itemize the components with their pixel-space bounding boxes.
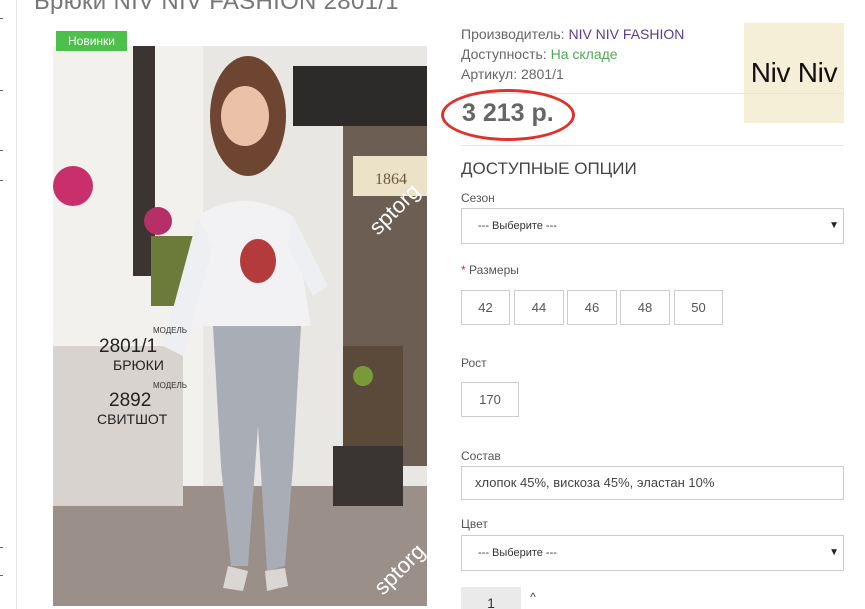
height-option-170[interactable]: 170	[461, 382, 519, 417]
size-option-48[interactable]: 48	[620, 290, 670, 325]
composition-field[interactable]: хлопок 45%, вискоза 45%, эластан 10%	[461, 466, 844, 500]
color-select-value: --- Выберите ---	[478, 547, 557, 559]
caption-model1-code: 2801/1	[99, 336, 157, 357]
sku-value: 2801/1	[520, 66, 564, 82]
chevron-down-icon: ▼	[829, 547, 839, 558]
season-label: Сезон	[461, 191, 495, 205]
caption-model2-name: СВИТШОТ	[97, 411, 168, 427]
new-badge: Новинки	[56, 31, 127, 51]
caption-model1-label: МОДЕЛЬ	[153, 326, 187, 335]
left-rule	[16, 0, 17, 609]
manufacturer-label: Производитель:	[461, 26, 565, 42]
color-label: Цвет	[461, 517, 488, 531]
page-title: Брюки NIV NIV FASHION 2801/1	[34, 0, 399, 15]
sizes-label: Размеры	[469, 263, 519, 277]
chevron-down-icon: ▼	[829, 220, 839, 231]
quantity-increase-button[interactable]: ^	[521, 587, 545, 609]
availability-value: На складе	[550, 46, 618, 62]
brand-logo[interactable]: Niv Niv	[744, 23, 844, 123]
size-option-46[interactable]: 46	[567, 290, 617, 325]
availability-label: Доступность:	[461, 46, 547, 62]
color-select[interactable]: --- Выберите --- ▼	[461, 535, 844, 571]
sku-label: Артикул:	[461, 66, 518, 82]
manufacturer-row: Производитель: NIV NIV FASHION	[461, 24, 684, 44]
sizes-label-row: * Размеры	[461, 263, 519, 277]
size-option-44[interactable]: 44	[514, 290, 564, 325]
season-select[interactable]: --- Выберите --- ▼	[461, 208, 844, 244]
product-info: Производитель: NIV NIV FASHION Доступнос…	[461, 24, 684, 84]
sku-row: Артикул: 2801/1	[461, 64, 684, 84]
required-mark: *	[461, 263, 466, 277]
quantity-input[interactable]: 1	[461, 587, 521, 609]
price-highlight-circle	[441, 89, 575, 141]
composition-label: Состав	[461, 449, 501, 463]
divider	[461, 145, 844, 146]
caption-model2-label: МОДЕЛЬ	[153, 381, 187, 390]
size-option-50[interactable]: 50	[674, 290, 723, 325]
options-heading: ДОСТУПНЫЕ ОПЦИИ	[461, 159, 637, 178]
caption-model2-code: 2892	[109, 390, 151, 411]
season-select-value: --- Выберите ---	[478, 220, 557, 232]
manufacturer-link[interactable]: NIV NIV FASHION	[568, 26, 684, 42]
caption-model1-name: БРЮКИ	[113, 357, 164, 373]
availability-row: Доступность: На складе	[461, 44, 684, 64]
height-label: Рост	[461, 356, 487, 370]
size-option-42[interactable]: 42	[461, 290, 510, 325]
product-photo[interactable]: 1864 МОДЕЛЬ 2801/1 БРЮКИ МОДЕЛЬ 2892 СВИ…	[53, 46, 427, 606]
